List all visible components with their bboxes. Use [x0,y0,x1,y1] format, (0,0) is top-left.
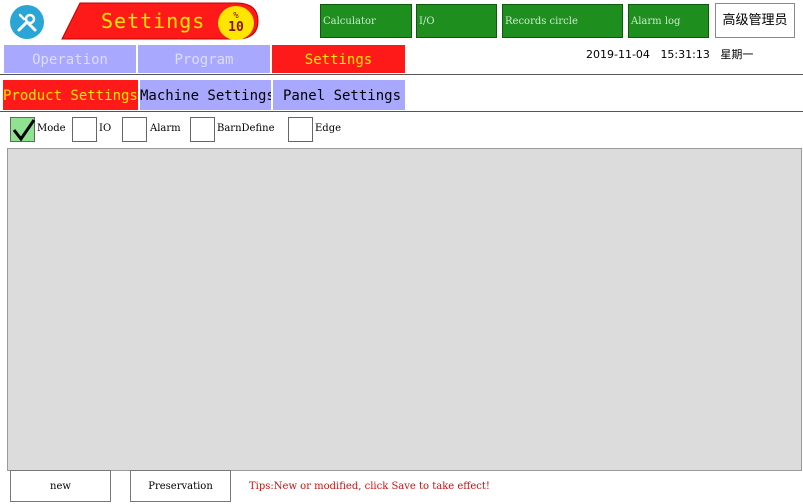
edge-label: Edge [315,123,342,134]
barndefine-checkbox[interactable] [190,117,215,142]
alarm-label: Alarm [150,123,181,134]
time-text: 15:31:13 [660,48,710,61]
alarm-log-button[interactable]: Alarm log [628,4,709,38]
divider [0,111,803,112]
preservation-button[interactable]: Preservation [130,470,231,502]
calculator-button[interactable]: Calculator [320,4,412,38]
weekday-text: 星期一 [720,48,754,61]
subtab-machine-settings[interactable]: Machine Settings [140,80,271,110]
subtab-panel-settings[interactable]: Panel Settings [273,80,405,110]
alarm-checkbox[interactable] [122,117,147,142]
settings-content-panel [7,148,802,471]
progress-badge: % 10 [218,6,254,40]
records-circle-button[interactable]: Records circle [502,4,623,38]
page-title: Settings [101,9,206,33]
datetime-display: 2019-11-04 15:31:13 星期一 [586,46,753,62]
admin-user-button[interactable]: 高级管理员 [715,3,795,38]
io-label: IO [99,123,112,134]
tab-operation[interactable]: Operation [4,45,136,73]
tab-program[interactable]: Program [138,45,270,73]
io-checkbox[interactable] [72,117,97,142]
tab-settings[interactable]: Settings [272,45,405,73]
checkmark-icon [12,119,36,142]
badge-value: 10 [228,20,244,35]
divider [0,74,803,75]
date-text: 2019-11-04 [586,48,650,61]
app-logo-icon [10,5,44,39]
mode-label: Mode [37,123,66,134]
edge-checkbox[interactable] [288,117,313,142]
mode-checkbox[interactable] [10,117,36,142]
barndefine-label: BarnDefine [217,123,275,134]
io-button[interactable]: I/O [416,4,497,38]
new-button[interactable]: new [10,470,111,502]
tips-text: Tips:New or modified, click Save to take… [249,481,490,492]
subtab-product-settings[interactable]: Product Settings [3,80,138,110]
